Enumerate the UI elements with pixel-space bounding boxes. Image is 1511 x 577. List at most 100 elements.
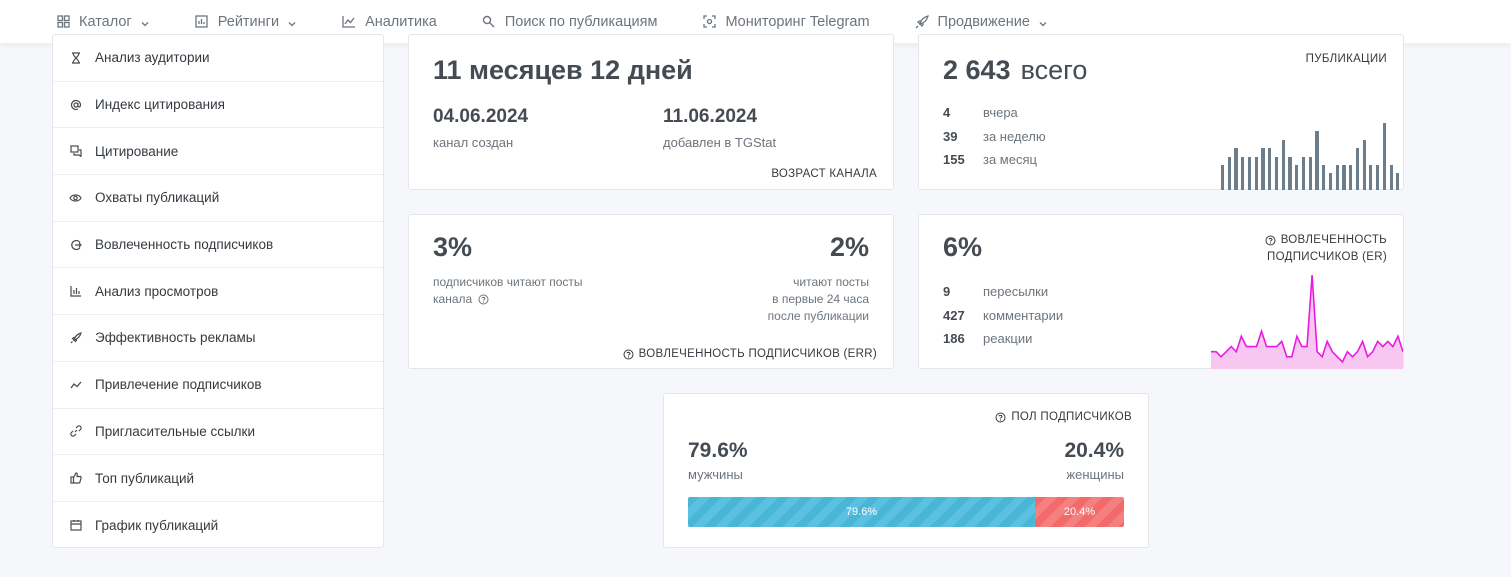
posts-total: 2 643 [943,55,1011,85]
male-label: мужчины [688,467,743,482]
err-caption-wrap: ВОВЛЕЧЕННОСТЬ ПОДПИСЧИКОВ (ERR) [623,348,877,360]
posts-bar [1301,156,1306,190]
rocket-icon [69,331,82,344]
at-icon [69,98,82,111]
channel-age-caption: ВОЗРАСТ КАНАЛА [771,168,877,180]
posts-bar [1328,173,1333,190]
scan-icon [701,14,717,30]
sidebar-item-ad-efficiency[interactable]: Эффективность рекламы [53,315,383,362]
gender-caption-wrap: ПОЛ ПОДПИСЧИКОВ [995,411,1132,423]
posts-bar [1247,156,1252,190]
stat-label: комментарии [983,307,1064,323]
chevron-down-icon [140,17,150,27]
er-caption-wrap: ВОВЛЕЧЕННОСТЬ ПОДПИСЧИКОВ (ER) [1265,232,1387,266]
male-value: 79.6% [688,439,748,462]
sidebar-item-label: Индекс цитирования [95,97,225,113]
sidebar-item-citations[interactable]: Цитирование [53,128,383,176]
sidebar-item-label: Анализ просмотров [95,283,219,299]
sidebar-item-label: График публикаций [95,517,219,533]
nav-search-posts[interactable]: Поиск по публикациям [481,7,658,37]
stat-label: вчера [983,105,1018,121]
stat-num: 9 [943,284,951,300]
sidebar-item-label: Охваты публикаций [95,190,220,206]
err-caption: ВОВЛЕЧЕННОСТЬ ПОДПИСЧИКОВ (ERR) [638,348,877,360]
grid-icon [55,14,71,30]
posts-bar [1281,139,1285,190]
er-caption-line2: ПОДПИСЧИКОВ (ER) [1267,251,1387,263]
stat-num: 186 [943,331,965,347]
sidebar-item-post-reach[interactable]: Охваты публикаций [53,175,383,222]
stat-label: пересылки [983,284,1049,300]
err-right-label-line1: читают посты [793,275,869,289]
sidebar-item-label: Привлечение подписчиков [95,377,262,393]
help-icon[interactable] [478,294,489,305]
bar-chart-icon [69,285,82,298]
stat-label: за месяц [983,152,1037,168]
bar-chart-icon [194,14,210,30]
created-date: 04.06.2024 [433,106,529,127]
gender-progress-bar: 79.6% 20.4% [688,497,1124,527]
sidebar-item-invite-links[interactable]: Пригласительные ссылки [53,409,383,456]
line-chart-icon [341,14,357,30]
stat-num: 155 [943,152,965,168]
male-segment-label: 79.6% [845,506,878,518]
sidebar-item-engagement[interactable]: Вовлеченность подписчиков [53,222,383,269]
channel-age-value: 11 месяцев 12 дней [433,55,693,85]
nav-analytics[interactable]: Аналитика [341,7,437,37]
sidebar-item-label: Топ публикаций [95,470,195,486]
nav-label: Аналитика [365,13,437,30]
posts-bar [1254,156,1258,190]
help-icon[interactable] [623,349,634,360]
posts-bar [1261,148,1265,190]
help-icon[interactable] [995,412,1006,423]
nav-label: Поиск по публикациям [504,13,658,30]
gender-card: ПОЛ ПОДПИСЧИКОВ 79.6% мужчины 20.4% женщ… [663,393,1149,548]
nav-label: Каталог [79,13,132,30]
search-icon [481,14,497,30]
channel-age-card: 11 месяцев 12 дней 04.06.2024 канал созд… [408,34,894,190]
posts-bar [1322,164,1326,190]
posts-bar [1308,156,1312,190]
posts-bar [1389,164,1393,190]
nav-telegram-monitoring[interactable]: Мониторинг Telegram [701,7,870,37]
engagement-icon [69,238,82,251]
nav-label: Рейтинги [217,13,280,30]
err-left-label-line1: подписчиков читают посты [433,275,583,289]
er-sparkline [1211,274,1403,369]
sidebar-item-views-analysis[interactable]: Анализ просмотров [53,268,383,316]
nav-catalog[interactable]: Каталог [55,7,150,37]
posts-bar [1227,156,1231,190]
er-card: 6% ВОВЛЕЧЕННОСТЬ ПОДПИСЧИКОВ (ER) 9 перес… [918,214,1404,369]
posts-bar [1241,156,1245,190]
stat-num: 427 [943,307,965,323]
nav-ratings[interactable]: Рейтинги [194,7,297,37]
stat-num: 4 [943,105,951,121]
stat-label: реакции [983,331,1033,347]
sidebar-item-audience-analysis[interactable]: Анализ аудитории [53,35,383,82]
sidebar-item-citation-index[interactable]: Индекс цитирования [53,82,383,129]
hourglass-icon [69,51,82,64]
err-right-label-line2: в первые 24 часа [772,292,869,306]
help-icon[interactable] [1265,235,1276,246]
stat-row: 186 реакции [943,327,1063,351]
sidebar-item-label: Пригласительные ссылки [95,423,256,439]
posts-bar [1376,164,1380,190]
err-right-value: 2% [829,232,869,262]
stat-row: 39 за неделю [943,125,1046,149]
posts-bar [1382,123,1386,190]
quote-chat-icon [69,145,82,158]
nav-promotion[interactable]: Продвижение [914,7,1048,37]
sidebar-item-subscriber-growth[interactable]: Привлечение подписчиков [53,362,383,409]
created-label: канал создан [433,135,514,150]
err-left-label-line2: канала [433,292,473,306]
posts-bar [1295,164,1299,190]
female-value: 20.4% [1064,439,1124,462]
posts-bar [1362,139,1366,190]
added-date: 11.06.2024 [663,106,758,127]
gender-caption: ПОЛ ПОДПИСЧИКОВ [1011,411,1132,423]
stat-row: 155 за месяц [943,148,1046,172]
sidebar-item-top-posts[interactable]: Топ публикаций [53,455,383,502]
sidebar-item-posting-schedule[interactable]: График публикаций [53,502,383,549]
female-label: женщины [1066,467,1124,482]
posts-bar [1349,164,1353,190]
